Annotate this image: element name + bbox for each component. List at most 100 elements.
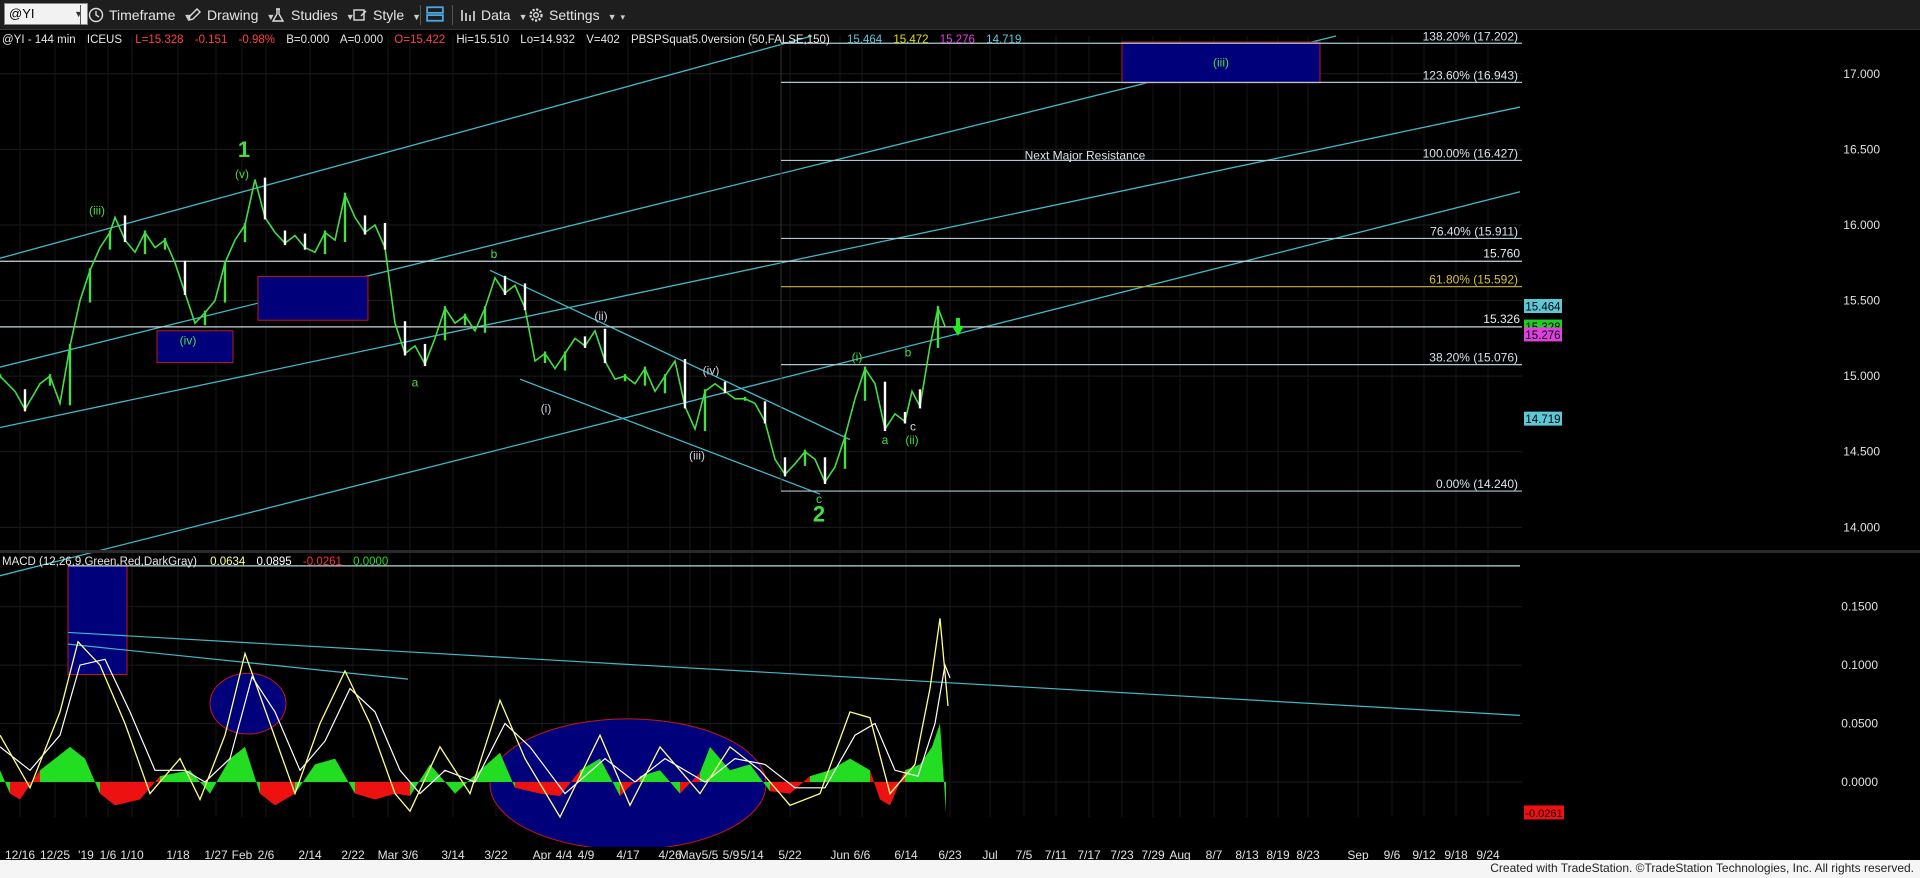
candle bbox=[543, 351, 547, 364]
x-tick-label: 9/24 bbox=[1476, 848, 1500, 860]
style-button[interactable]: Style ▼ bbox=[352, 4, 421, 26]
candle bbox=[123, 215, 127, 243]
y-tick-label: 16.000 bbox=[1843, 218, 1880, 232]
study-value-3: 15.276 bbox=[940, 34, 975, 46]
wave-label: (iii) bbox=[89, 203, 105, 217]
wave-label: (iii) bbox=[689, 448, 705, 462]
study-value-1: 15.464 bbox=[847, 34, 883, 46]
candle bbox=[783, 457, 787, 477]
x-tick-label: Apr bbox=[533, 848, 552, 860]
candle bbox=[703, 389, 707, 432]
x-tick-label: '19 bbox=[78, 848, 94, 860]
drawing-button[interactable]: Drawing ▼ bbox=[186, 4, 275, 26]
candle bbox=[763, 401, 767, 424]
x-tick-label: 1/10 bbox=[120, 848, 144, 860]
candle bbox=[903, 411, 907, 424]
candle bbox=[483, 306, 487, 333]
symbol-input[interactable]: @YI ▼ bbox=[4, 3, 88, 25]
x-tick-label: 3/14 bbox=[441, 848, 465, 860]
candle bbox=[0, 374, 2, 379]
price-marker-label: 15.464 bbox=[1525, 302, 1561, 314]
candle bbox=[263, 177, 267, 220]
toolbar-separator bbox=[420, 5, 421, 25]
x-tick-label: 8/13 bbox=[1235, 848, 1259, 860]
layout-button[interactable] bbox=[426, 4, 449, 26]
x-tick-label: 6/6 bbox=[854, 848, 871, 860]
study-name: PBSPSquat5.0version (50,FALSE,150) bbox=[631, 34, 830, 46]
candle bbox=[643, 366, 647, 386]
bar-chart-icon bbox=[461, 10, 475, 21]
settings-label: Settings bbox=[549, 7, 600, 23]
x-tick-label: 1/18 bbox=[166, 848, 190, 860]
low-price: Lo=14.932 bbox=[520, 34, 575, 46]
candle bbox=[403, 321, 407, 356]
x-tick-label: 8/19 bbox=[1266, 848, 1290, 860]
toolbar-separator bbox=[452, 5, 453, 25]
macd-histogram-bar bbox=[395, 781, 410, 796]
wave-label: c bbox=[910, 420, 916, 434]
candle bbox=[223, 260, 227, 303]
candle bbox=[88, 268, 92, 303]
fib-level-label: 76.40% (15.911) bbox=[1430, 224, 1518, 238]
chevron-down-icon: ▼ bbox=[74, 9, 83, 19]
candle bbox=[523, 283, 527, 311]
pane-divider[interactable] bbox=[0, 550, 1920, 553]
x-tick-label: May bbox=[679, 848, 702, 860]
study-value-4: 14.719 bbox=[986, 34, 1021, 46]
pct-change: -0.98% bbox=[239, 34, 275, 46]
ask-price: A=0.000 bbox=[340, 34, 383, 46]
settings-button[interactable]: Settings ▼ ▾ bbox=[528, 4, 625, 26]
x-tick-label: 7/29 bbox=[1141, 848, 1165, 860]
candle bbox=[463, 313, 467, 326]
wave-label: (iv) bbox=[180, 333, 197, 347]
x-tick-label: 8/23 bbox=[1296, 848, 1320, 860]
clock-icon bbox=[88, 7, 104, 23]
candle bbox=[883, 381, 887, 432]
x-tick-label: 6/14 bbox=[894, 848, 918, 860]
volume: V=402 bbox=[586, 34, 620, 46]
candle bbox=[383, 222, 387, 250]
wave-label: (v) bbox=[235, 167, 249, 181]
candle bbox=[683, 359, 687, 409]
style-icon bbox=[353, 9, 367, 21]
wave-label: (iv) bbox=[703, 364, 720, 378]
zone-label: (iii) bbox=[1213, 55, 1229, 69]
svg-text:@YI - 144 min ICEUS L=: @YI - 144 min ICEUS L=15.328 -0.151 -0.9… bbox=[2, 34, 1021, 46]
bid-price: B=0.000 bbox=[286, 34, 329, 46]
candle bbox=[363, 215, 367, 235]
layout-icon bbox=[426, 6, 444, 22]
x-tick-label: 1/6 bbox=[100, 848, 117, 860]
candle bbox=[303, 233, 307, 250]
wave-label: (i) bbox=[852, 350, 863, 364]
data-button[interactable]: Data ▼ bbox=[460, 4, 528, 26]
toolbar-separator bbox=[80, 5, 81, 25]
x-tick-label: 6/23 bbox=[938, 848, 962, 860]
candle bbox=[563, 351, 567, 371]
x-tick-label: Mar bbox=[378, 848, 399, 860]
candle bbox=[108, 230, 112, 250]
y-tick-label: 17.000 bbox=[1843, 67, 1880, 81]
candle bbox=[68, 343, 72, 406]
fib-level-label: 100.00% (16.427) bbox=[1423, 146, 1518, 160]
macd-zero-value: 0.0000 bbox=[353, 556, 388, 568]
x-tick-label: 2/22 bbox=[341, 848, 365, 860]
candle bbox=[203, 310, 207, 326]
macd-y-tick-label: 0.1000 bbox=[1841, 658, 1878, 672]
fib-level-label: 0.00% (14.240) bbox=[1436, 477, 1518, 491]
x-tick-label: 3/22 bbox=[484, 848, 508, 860]
x-tick-label: Aug bbox=[1169, 848, 1190, 860]
studies-button[interactable]: Studies ▼ bbox=[270, 4, 355, 26]
macd-y-tick-label: 0.0000 bbox=[1841, 775, 1878, 789]
x-tick-label: 5/9 bbox=[723, 848, 740, 860]
price-chart[interactable]: (iii) 138.20% (17.202)123.60% (16.943)10… bbox=[0, 30, 1920, 860]
symbol-description: @YI - 144 min bbox=[2, 34, 76, 46]
x-tick-label: 12/25 bbox=[40, 848, 70, 860]
y-tick-label: 14.000 bbox=[1843, 520, 1880, 534]
x-tick-label: 7/11 bbox=[1045, 848, 1068, 860]
candle bbox=[936, 306, 940, 348]
timeframe-button[interactable]: Timeframe ▼ bbox=[88, 4, 192, 26]
candle bbox=[283, 230, 287, 246]
macd-value: 0.0634 bbox=[210, 556, 246, 568]
candle bbox=[663, 374, 667, 394]
x-tick-label: 8/7 bbox=[1206, 848, 1223, 860]
